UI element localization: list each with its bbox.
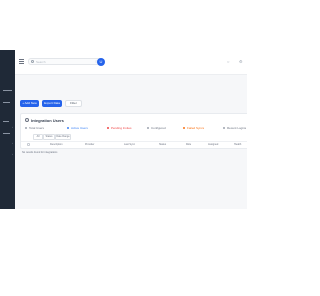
stat-dot xyxy=(147,127,149,130)
stat-total-users[interactable]: Total Users xyxy=(25,126,44,130)
chevron-right-icon[interactable]: › xyxy=(12,142,13,145)
stat-label: Configured xyxy=(151,126,166,130)
chevron-right-icon[interactable]: › xyxy=(12,153,13,156)
filter-all[interactable]: All xyxy=(33,134,43,140)
sidebar-item-dashboard[interactable] xyxy=(3,90,12,91)
filter-status[interactable]: Status xyxy=(43,134,55,140)
stat-active-users[interactable]: Active Users xyxy=(67,126,88,130)
search-icon xyxy=(31,60,34,63)
empty-state-text: No results found for integrations xyxy=(22,151,58,154)
sidebar-item-settings[interactable] xyxy=(3,121,9,122)
sidebar: › › › xyxy=(0,50,15,209)
filter-date-range[interactable]: Date Range xyxy=(55,134,71,140)
stat-label: Total Users xyxy=(29,126,45,130)
avatar[interactable]: U xyxy=(97,58,105,66)
topbar: U ○ ⚙ xyxy=(15,50,247,75)
stat-dot xyxy=(183,127,185,130)
bell-icon[interactable]: ○ xyxy=(227,58,229,66)
stat-dot xyxy=(107,127,109,130)
settings-icon[interactable]: ⚙ xyxy=(239,58,243,66)
menu-icon[interactable] xyxy=(19,59,24,64)
table-header: Description Provider Last Sync Status Ro… xyxy=(21,141,247,148)
column-provider[interactable]: Provider xyxy=(85,143,94,147)
column-health[interactable]: Health xyxy=(234,143,241,147)
integration-icon xyxy=(25,118,29,122)
column-assigned[interactable]: Assigned xyxy=(208,143,218,147)
column-description[interactable]: Description xyxy=(50,143,63,147)
stat-pending-invites[interactable]: Pending Invites xyxy=(107,126,132,130)
app-window: › › › U ○ ⚙ + Add New Export Data Filter xyxy=(0,50,247,209)
stat-label: Pending Invites xyxy=(111,126,132,130)
sidebar-item-reports[interactable] xyxy=(3,133,10,134)
column-role[interactable]: Role xyxy=(186,143,191,147)
stat-label: Active Users xyxy=(71,126,88,130)
filter-button[interactable]: Filter xyxy=(65,100,82,107)
sidebar-item-users[interactable] xyxy=(3,102,10,103)
stat-failed-syncs[interactable]: Failed Syncs xyxy=(183,126,204,130)
search-input[interactable] xyxy=(36,59,86,64)
add-new-button[interactable]: + Add New xyxy=(20,100,39,107)
stat-configured[interactable]: Configured xyxy=(147,126,166,130)
search-box[interactable] xyxy=(28,58,102,65)
stat-label: Recent Logins xyxy=(227,126,247,130)
column-last-sync[interactable]: Last Sync xyxy=(124,143,135,147)
select-all-checkbox[interactable] xyxy=(27,143,30,146)
stat-dot xyxy=(25,127,27,130)
stat-dot xyxy=(67,127,69,130)
screen: › › › U ○ ⚙ + Add New Export Data Filter xyxy=(0,0,247,296)
column-status[interactable]: Status xyxy=(159,143,166,147)
stat-dot xyxy=(223,127,225,130)
card-title: Integration Users xyxy=(31,118,64,123)
users-card: Integration Users Total Users Active Use… xyxy=(20,113,247,149)
stat-recent-logins[interactable]: Recent Logins xyxy=(223,126,246,130)
export-button[interactable]: Export Data xyxy=(42,100,62,107)
stat-label: Failed Syncs xyxy=(187,126,205,130)
chevron-right-icon[interactable]: › xyxy=(12,126,13,129)
